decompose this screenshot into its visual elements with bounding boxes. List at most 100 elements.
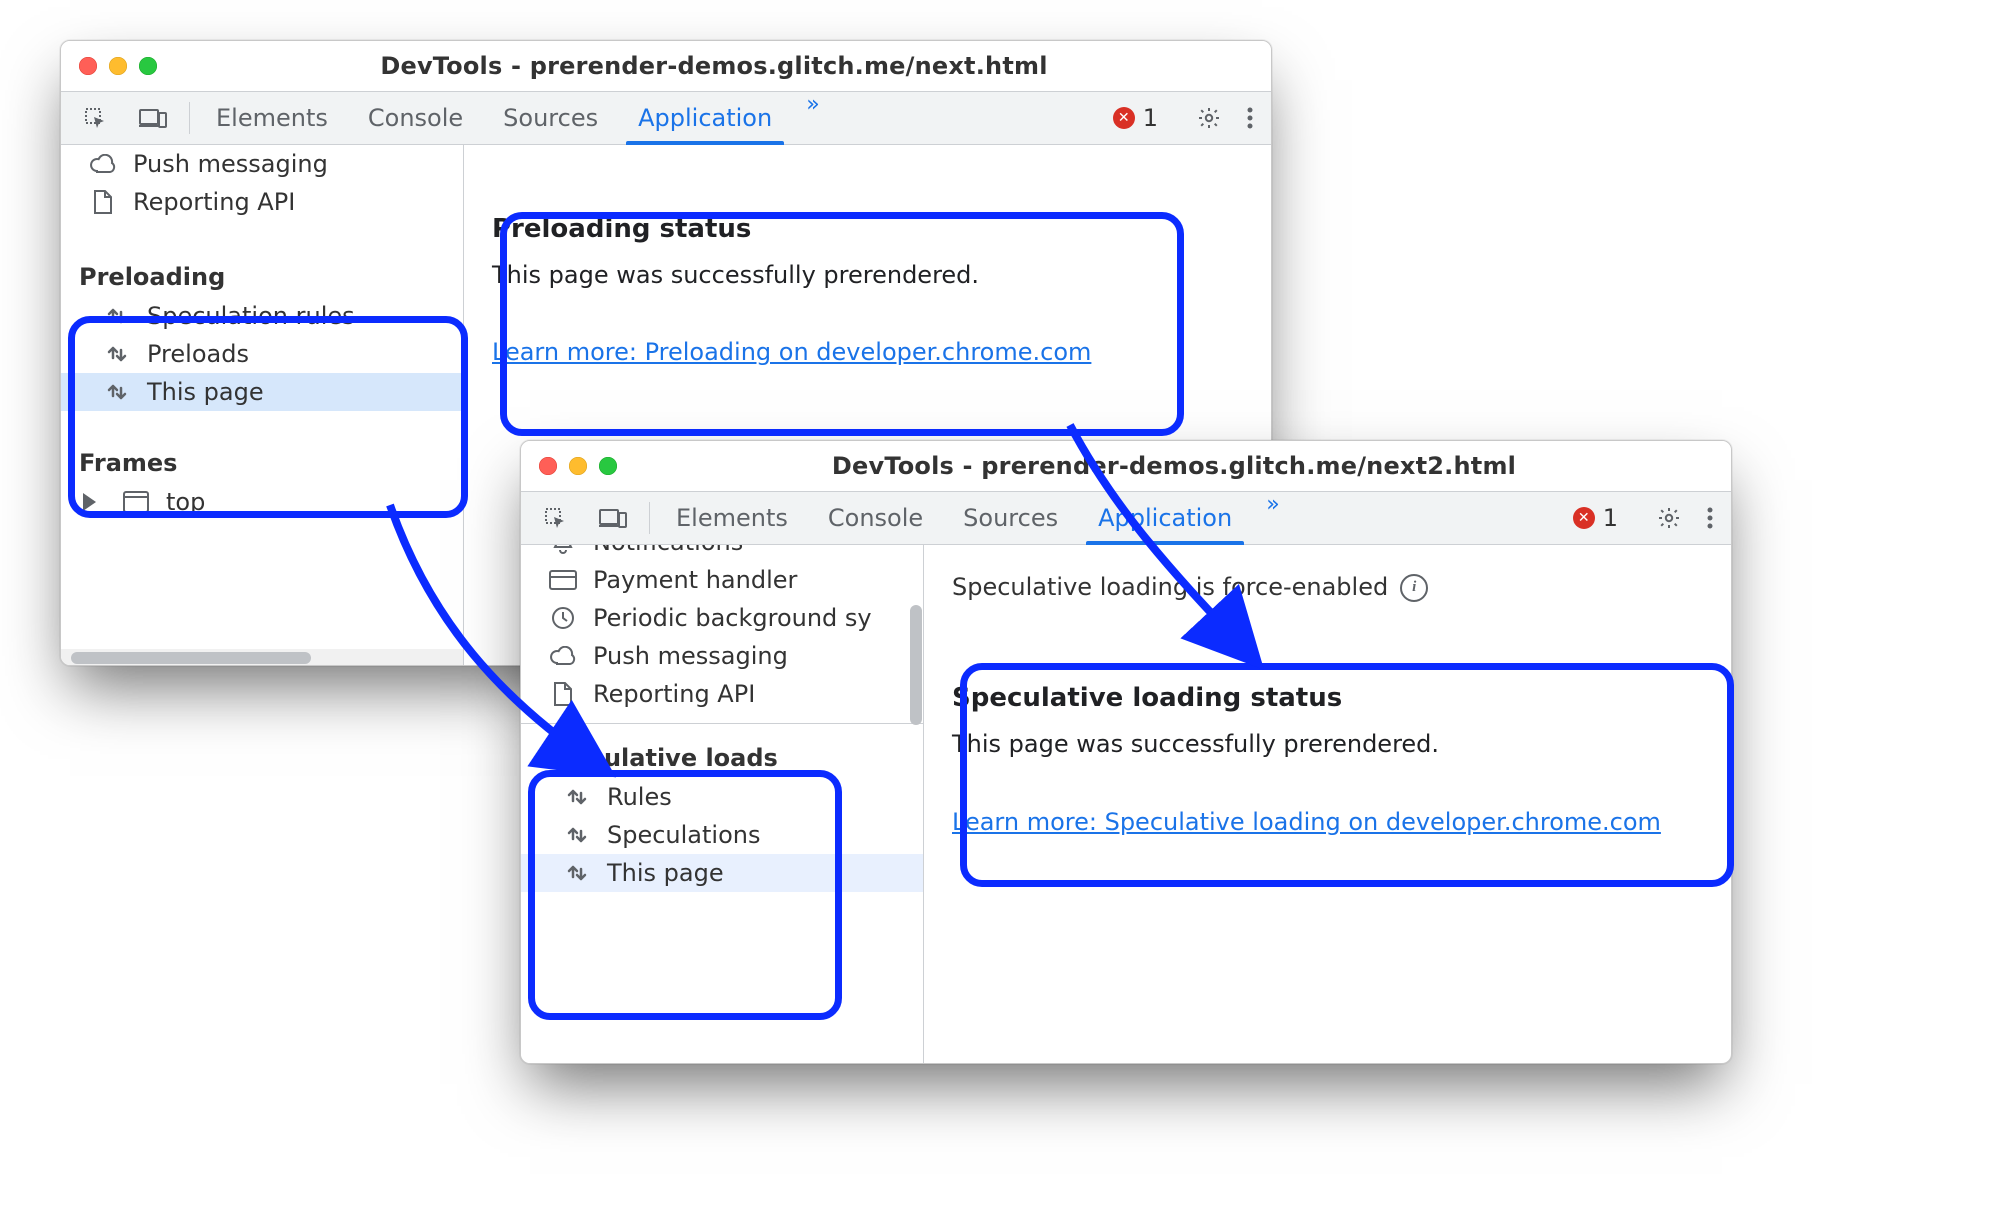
tab-console[interactable]: Console — [348, 92, 483, 144]
sidebar-item-label: Reporting API — [593, 680, 755, 708]
traffic-lights[interactable] — [539, 457, 617, 475]
close-icon[interactable] — [79, 57, 97, 75]
zoom-icon[interactable] — [139, 57, 157, 75]
sidebar-bg-item[interactable]: Periodic background sy — [521, 599, 923, 637]
zoom-icon[interactable] — [599, 457, 617, 475]
cloud-icon — [549, 642, 577, 670]
devtools-window-2: DevTools - prerender-demos.glitch.me/nex… — [520, 440, 1732, 1064]
tab-elements[interactable]: Elements — [656, 492, 808, 544]
issues-count[interactable]: ✕ 1 — [1103, 104, 1168, 132]
file-icon — [549, 680, 577, 708]
updown-icon — [563, 859, 591, 887]
sidebar-bg-item[interactable]: Push messaging — [61, 145, 463, 183]
sidebar-item-label: Speculation rules — [147, 302, 355, 330]
toolbar: Elements Console Sources Application » ✕… — [61, 92, 1271, 145]
sidebar-item-label: Push messaging — [133, 150, 328, 178]
sidebar-item-label: Push messaging — [593, 642, 788, 670]
updown-icon — [103, 340, 131, 368]
minimize-icon[interactable] — [569, 457, 587, 475]
toolbar-divider — [649, 502, 650, 533]
sidebar-item-preloads[interactable]: Preloads — [61, 335, 463, 373]
tab-sources[interactable]: Sources — [943, 492, 1078, 544]
notice-text: Speculative loading is force-enabled i — [952, 569, 1703, 606]
file-icon — [89, 188, 117, 216]
tab-application[interactable]: Application — [618, 92, 792, 144]
close-icon[interactable] — [539, 457, 557, 475]
stage: DevTools - prerender-demos.glitch.me/nex… — [0, 0, 2015, 1230]
tab-sources[interactable]: Sources — [483, 92, 618, 144]
panel-body-text: This page was successfully prerendered. — [952, 726, 1703, 763]
sidebar-section-heading: Preloading — [61, 253, 463, 297]
updown-icon — [563, 783, 591, 811]
sidebar-item-label: Periodic background sy — [593, 604, 872, 632]
sidebar: Push messaging Reporting API Preloading … — [61, 145, 464, 666]
sidebar-item-label: top — [166, 488, 205, 516]
tab-console[interactable]: Console — [808, 492, 943, 544]
clock-icon — [549, 604, 577, 632]
sidebar: Notifications Payment handler Periodic b… — [521, 545, 924, 1064]
sidebar-item-label: Preloads — [147, 340, 249, 368]
bell-icon — [549, 545, 577, 556]
updown-icon — [103, 302, 131, 330]
sidebar-bg-item[interactable]: Reporting API — [61, 183, 463, 221]
tabs-overflow-icon[interactable]: » — [792, 92, 833, 144]
panel-heading: Preloading status — [492, 209, 1243, 249]
cloud-icon — [89, 150, 117, 178]
sidebar-item-label: Reporting API — [133, 188, 295, 216]
inspect-element-icon[interactable] — [527, 492, 583, 544]
sidebar-bg-item[interactable]: Push messaging — [521, 637, 923, 675]
sidebar-section-heading: Speculative loads — [521, 734, 923, 778]
error-icon: ✕ — [1113, 107, 1135, 129]
panel-heading: Speculative loading status — [952, 678, 1703, 718]
more-icon[interactable] — [1235, 107, 1265, 129]
inspect-element-icon[interactable] — [67, 92, 123, 144]
sidebar-item-label: This page — [607, 859, 724, 887]
toolbar-divider — [189, 102, 190, 133]
more-icon[interactable] — [1695, 507, 1725, 529]
sidebar-item-label: Rules — [607, 783, 672, 811]
sidebar-item-label: This page — [147, 378, 264, 406]
sidebar-frames-heading: Frames — [61, 439, 463, 483]
sidebar-scrollbar[interactable] — [61, 649, 463, 666]
sidebar-item-label: Payment handler — [593, 566, 797, 594]
settings-icon[interactable] — [1645, 506, 1693, 530]
window-title: DevTools - prerender-demos.glitch.me/nex… — [175, 52, 1253, 80]
sidebar-item-speculation-rules[interactable]: Speculation rules — [61, 297, 463, 335]
minimize-icon[interactable] — [109, 57, 127, 75]
error-count: 1 — [1143, 104, 1158, 132]
tab-elements[interactable]: Elements — [196, 92, 348, 144]
toolbar: Elements Console Sources Application » ✕… — [521, 492, 1731, 545]
sidebar-bg-item[interactable]: Notifications — [521, 545, 923, 561]
device-toolbar-icon[interactable] — [583, 492, 643, 544]
updown-icon — [563, 821, 591, 849]
tabs-overflow-icon[interactable]: » — [1252, 492, 1293, 544]
titlebar: DevTools - prerender-demos.glitch.me/nex… — [61, 41, 1271, 92]
window-icon — [122, 488, 150, 516]
error-icon: ✕ — [1573, 507, 1595, 529]
expand-icon[interactable] — [83, 493, 96, 511]
traffic-lights[interactable] — [79, 57, 157, 75]
sidebar-item-label: Notifications — [593, 545, 743, 556]
error-count: 1 — [1603, 504, 1618, 532]
sidebar-item-label: Speculations — [607, 821, 761, 849]
sidebar-scrollbar[interactable] — [907, 545, 924, 1064]
tab-application[interactable]: Application — [1078, 492, 1252, 544]
window-title: DevTools - prerender-demos.glitch.me/nex… — [635, 452, 1713, 480]
updown-icon — [103, 378, 131, 406]
panel-tabs: Elements Console Sources Application » — [656, 492, 1294, 544]
settings-icon[interactable] — [1185, 106, 1233, 130]
sidebar-item-rules[interactable]: Rules — [521, 778, 923, 816]
device-toolbar-icon[interactable] — [123, 92, 183, 144]
sidebar-frame-top[interactable]: top — [61, 483, 463, 521]
sidebar-item-this-page[interactable]: This page — [61, 373, 463, 411]
info-icon[interactable]: i — [1400, 574, 1428, 602]
sidebar-item-this-page[interactable]: This page — [521, 854, 923, 892]
sidebar-item-speculations[interactable]: Speculations — [521, 816, 923, 854]
panel-tabs: Elements Console Sources Application » — [196, 92, 834, 144]
sidebar-bg-item[interactable]: Payment handler — [521, 561, 923, 599]
sidebar-bg-item[interactable]: Reporting API — [521, 675, 923, 713]
learn-more-link[interactable]: Learn more: Preloading on developer.chro… — [492, 338, 1091, 366]
learn-more-link[interactable]: Learn more: Speculative loading on devel… — [952, 808, 1661, 836]
titlebar: DevTools - prerender-demos.glitch.me/nex… — [521, 441, 1731, 492]
issues-count[interactable]: ✕ 1 — [1563, 504, 1628, 532]
